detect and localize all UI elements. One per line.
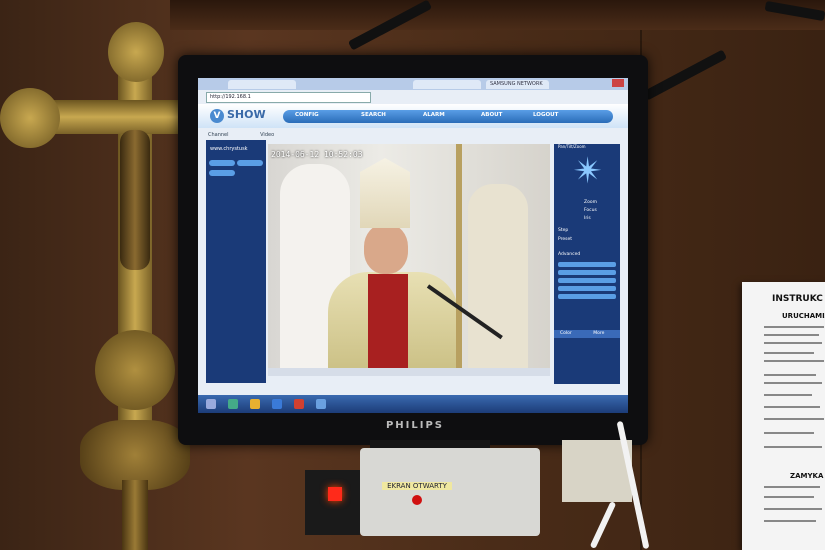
browser-tab-bar: SAMSUNG NETWORK (198, 78, 628, 90)
ptz-zoom-label: Zoom (584, 200, 597, 205)
cross-stem (122, 480, 148, 550)
ptz-button[interactable] (558, 262, 616, 267)
instruction-sheet: INSTRUKC URUCHAMIA ZAMYKA (742, 282, 825, 550)
logo-text: SHOW (227, 108, 266, 121)
ptz-advanced-label: Advanced (558, 252, 581, 257)
text-line (764, 486, 820, 488)
taskbar-app-icon[interactable] (294, 399, 304, 409)
ptz-focus-label: Focus (584, 208, 597, 213)
color-tabs: Color More (554, 330, 620, 338)
ptz-button[interactable] (558, 278, 616, 283)
tab-channel[interactable]: Channel (208, 132, 229, 138)
direction-pad-icon[interactable]: ✴ (568, 152, 608, 192)
taskbar-app-icon[interactable] (272, 399, 282, 409)
nav-config[interactable]: CONFIG (295, 112, 319, 118)
text-line (764, 446, 822, 448)
video-feed[interactable]: 2014-06-12 10:52:03 (268, 144, 550, 376)
app-logo: V SHOW (210, 108, 266, 123)
channel-button[interactable] (209, 170, 235, 176)
sheet-title: INSTRUKC (772, 294, 823, 304)
ptz-panel: Pan/Tilt/Zoom ✴ Zoom Focus Iris Step Pre… (554, 144, 620, 384)
text-line (764, 334, 819, 336)
start-icon[interactable] (206, 399, 216, 409)
cross-left-finial (0, 88, 60, 148)
nav-about[interactable]: ABOUT (481, 112, 502, 118)
switch-label: EKRAN OTWARTY (382, 482, 452, 490)
sheet-section-title: ZAMYKA (790, 472, 824, 480)
text-line (764, 382, 822, 384)
ptz-button[interactable] (558, 294, 616, 299)
socket-indicator-light (328, 487, 342, 501)
channel-button[interactable] (209, 160, 235, 166)
video-controls[interactable] (268, 368, 550, 376)
ptz-title: Pan/Tilt/Zoom (558, 144, 586, 149)
switch-button[interactable] (412, 495, 422, 505)
power-socket (305, 470, 360, 535)
text-line (764, 418, 824, 420)
taskbar-app-icon[interactable] (250, 399, 260, 409)
switch-box (360, 448, 540, 536)
text-line (764, 520, 816, 522)
cross-knot (95, 330, 175, 410)
ptz-iris-label: Iris (584, 216, 591, 221)
address-bar[interactable]: http://192.168.1 (206, 92, 371, 103)
bishop-face (364, 224, 408, 274)
taskbar (198, 395, 628, 413)
close-icon[interactable] (612, 79, 624, 87)
text-line (764, 508, 822, 510)
window-controls (611, 79, 624, 89)
tab-color[interactable]: Color (560, 331, 572, 336)
logo-icon: V (210, 109, 224, 123)
tab-more[interactable]: More (593, 331, 604, 336)
text-line (764, 432, 814, 434)
ptz-step-label: Step (558, 228, 569, 233)
video-timestamp: 2014-06-12 10:52:03 (271, 150, 363, 159)
channel-title: www.chrystusk (210, 146, 248, 152)
browser-tab[interactable] (228, 80, 296, 89)
red-mozzetta (368, 274, 408, 374)
ptz-button[interactable] (558, 270, 616, 275)
text-line (764, 360, 824, 362)
priest-figure (468, 184, 528, 374)
text-line (764, 496, 814, 498)
sub-tabs: Channel Video (208, 132, 274, 138)
mitre (360, 158, 410, 228)
corpus-figure (120, 130, 150, 270)
monitor-brand: PHILIPS (385, 420, 445, 431)
text-line (764, 352, 814, 354)
text-line (764, 342, 822, 344)
taskbar-app-icon[interactable] (316, 399, 326, 409)
text-line (764, 394, 812, 396)
nav-logout[interactable]: LOGOUT (533, 112, 558, 118)
main-nav: CONFIG SEARCH ALARM ABOUT LOGOUT (283, 110, 613, 123)
browser-tab[interactable]: SAMSUNG NETWORK (486, 80, 549, 89)
app-header: V SHOW CONFIG SEARCH ALARM ABOUT LOGOUT (198, 104, 628, 128)
monitor-screen: SAMSUNG NETWORK http://192.168.1 V SHOW C… (198, 78, 628, 413)
text-line (764, 326, 824, 328)
browser-tab[interactable] (413, 80, 481, 89)
tab-video[interactable]: Video (260, 132, 274, 138)
text-line (764, 406, 820, 408)
text-line (764, 374, 816, 376)
cross-top-finial (108, 22, 164, 82)
channel-panel: www.chrystusk (206, 140, 266, 383)
channel-button[interactable] (237, 160, 263, 166)
crozier (456, 144, 462, 376)
nav-search[interactable]: SEARCH (361, 112, 386, 118)
ptz-preset-label: Preset (558, 237, 573, 242)
shelf-underside (170, 0, 825, 30)
sheet-subtitle: URUCHAMIA (782, 312, 825, 320)
nav-alarm[interactable]: ALARM (423, 112, 445, 118)
taskbar-app-icon[interactable] (228, 399, 238, 409)
ptz-button[interactable] (558, 286, 616, 291)
